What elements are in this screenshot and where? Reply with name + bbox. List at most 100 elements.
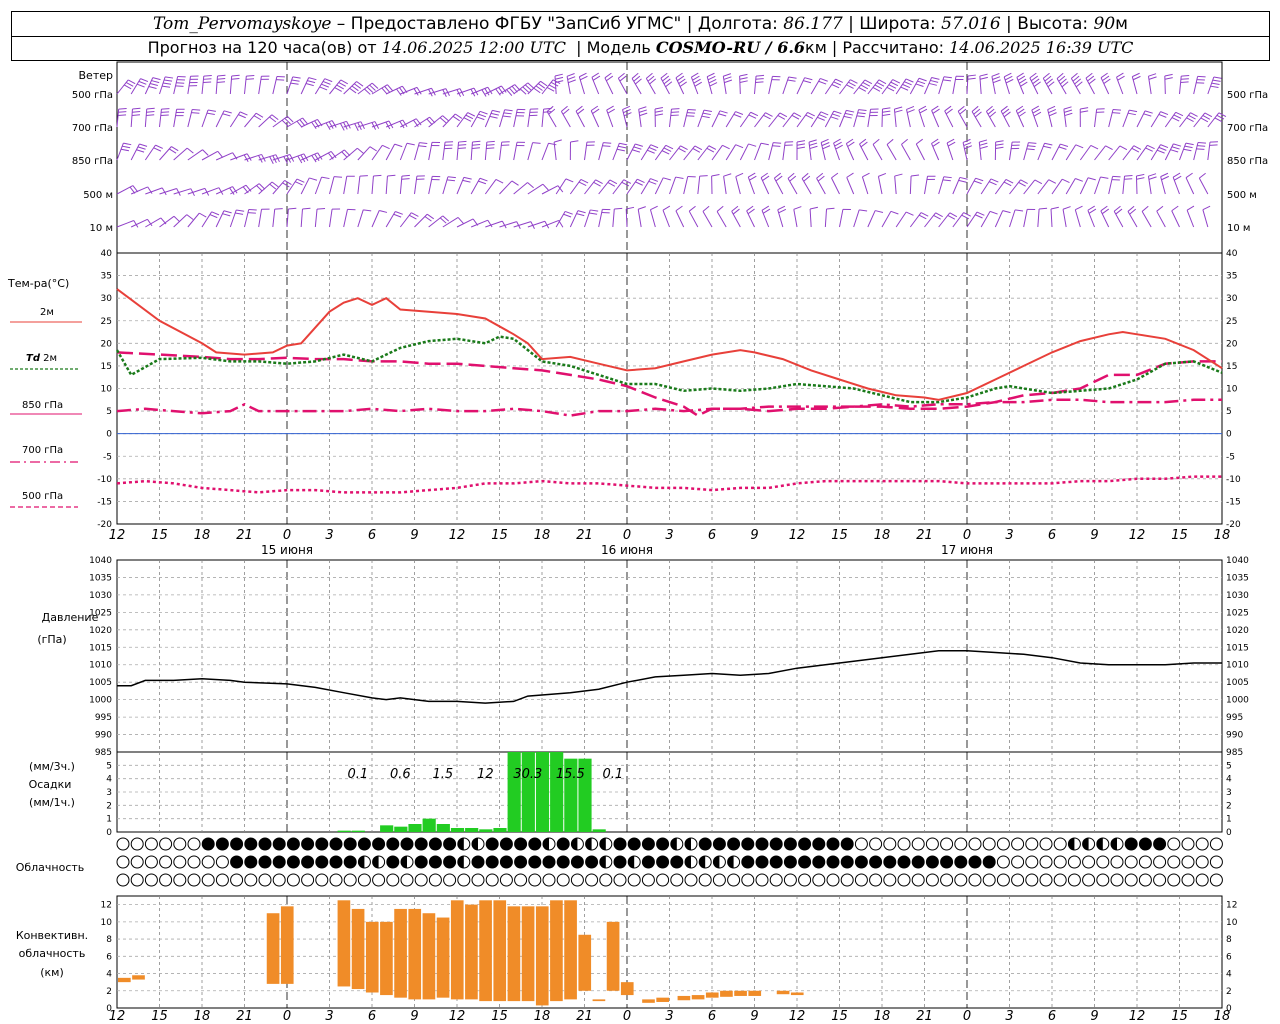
wind-barb <box>895 211 914 228</box>
cloud-symbol <box>272 855 286 869</box>
wind-barb <box>931 105 940 128</box>
wind-barb <box>660 72 673 95</box>
precip-bar <box>550 752 564 832</box>
cloud-symbol <box>1195 855 1209 869</box>
convective-bar <box>620 982 634 996</box>
wind-barb <box>343 175 355 195</box>
wind-barb <box>645 72 657 95</box>
wind-level-label-right: 10 м <box>1227 223 1250 234</box>
hour-tick-label: 15 <box>151 528 168 543</box>
convective-bar <box>705 992 719 998</box>
wind-barb <box>1100 72 1111 95</box>
precip-bar <box>436 824 450 832</box>
cloud-symbol <box>1096 855 1110 869</box>
convective-bar <box>734 990 747 996</box>
cloud-symbol <box>656 873 670 887</box>
cloud-symbol <box>187 855 201 869</box>
cloud-symbol <box>499 855 513 869</box>
wind-barb <box>371 210 388 228</box>
wind-barb <box>1164 73 1173 95</box>
wind-barb <box>116 142 132 161</box>
wind-barb <box>1179 74 1190 95</box>
wind-barb <box>1056 72 1069 95</box>
wind-barb <box>590 105 600 128</box>
cloud-symbol <box>627 837 641 851</box>
wind-barb <box>723 173 732 195</box>
cloud-symbol <box>357 837 371 851</box>
cloud-symbol <box>457 873 471 887</box>
wind-level-label-left: 700 гПа <box>72 123 113 134</box>
cloud-symbol <box>1053 855 1067 869</box>
wind-barb <box>144 107 155 128</box>
wind-barb <box>258 181 279 195</box>
wind-barb <box>215 110 232 128</box>
wind-barb <box>173 214 194 228</box>
wind-barb <box>901 138 911 161</box>
hour-tick-label-bottom: 21 <box>916 1009 933 1024</box>
hour-tick-label: 21 <box>576 528 593 543</box>
pressure-tick-right: 990 <box>1226 731 1243 741</box>
cloud-symbol <box>783 837 797 851</box>
cloud-symbol <box>840 873 854 887</box>
date-label: 15 июня <box>261 543 313 557</box>
cloud-symbol <box>1082 873 1096 887</box>
cloud-symbol <box>712 855 726 869</box>
wind-barb <box>553 139 562 161</box>
wind-barb <box>952 176 968 195</box>
hour-tick-label-bottom: 18 <box>1214 1009 1231 1024</box>
hour-tick-label: 6 <box>1048 528 1056 543</box>
cloud-symbol <box>1039 855 1053 869</box>
cloud-symbol <box>1209 837 1223 851</box>
wind-barb <box>1009 209 1024 228</box>
wind-barb <box>845 138 855 161</box>
wind-barb <box>229 111 248 128</box>
legend-t500-label: 500 гПа <box>22 491 63 502</box>
precip-bar <box>521 752 535 832</box>
convective-bar <box>521 906 535 1002</box>
wind-barb <box>215 210 232 228</box>
wind-barb <box>626 178 645 195</box>
wind-level-label-right: 850 гПа <box>1227 156 1268 167</box>
precip-bar <box>337 830 351 832</box>
cloud-symbol <box>230 837 244 851</box>
hour-tick-label-bottom: 18 <box>194 1009 211 1024</box>
wind-barb <box>768 75 781 95</box>
hour-tick-label-bottom: 6 <box>708 1009 716 1024</box>
wind-level-label-right: 500 гПа <box>1227 90 1268 101</box>
pressure-title: Давление <box>42 611 99 624</box>
wind-barb <box>1207 112 1227 128</box>
wind-barb <box>938 76 952 95</box>
wind-barb <box>300 77 317 95</box>
wind-barb <box>286 178 305 195</box>
wind-barb <box>144 144 163 161</box>
cloud-symbol <box>925 873 939 887</box>
wind-barb <box>867 210 884 228</box>
wind-barb <box>527 80 548 95</box>
wind-barb <box>1160 172 1169 195</box>
wind-barb <box>258 75 270 95</box>
convective-bar <box>677 995 691 1001</box>
pressure-tick-left: 990 <box>95 731 112 741</box>
wind-barb <box>909 174 920 195</box>
wind-barb <box>739 111 759 128</box>
wind-barb <box>159 215 181 228</box>
wind-barb <box>499 141 510 161</box>
cloud-symbol <box>869 855 883 869</box>
wind-barb <box>329 149 351 161</box>
wind-barb <box>1063 106 1073 128</box>
cloud-symbol <box>528 855 542 869</box>
wind-barb <box>560 105 571 128</box>
convective-bar <box>422 913 436 1000</box>
temp-tick-left: -10 <box>97 475 112 485</box>
wind-barb <box>816 172 826 195</box>
conv-tick-left: 4 <box>106 970 112 980</box>
wind-barb <box>739 143 757 161</box>
cloud-symbol <box>343 837 357 851</box>
wind-barb <box>1000 105 1011 128</box>
cloud-symbol <box>1053 837 1067 851</box>
pressure-tick-left: 1015 <box>89 643 112 653</box>
cloud-symbol <box>769 855 783 869</box>
cloud-symbol <box>443 873 457 887</box>
cloud-symbol <box>1124 855 1138 869</box>
wind-barb <box>754 142 769 161</box>
